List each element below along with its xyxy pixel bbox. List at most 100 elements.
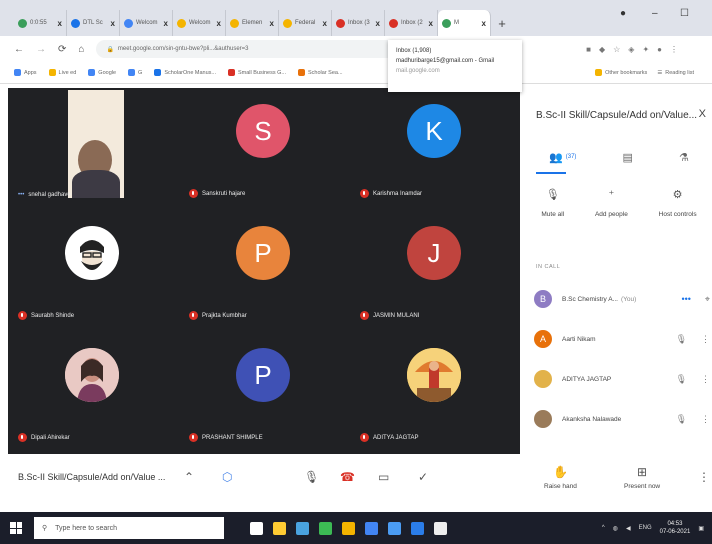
close-tab-icon[interactable]: x [111, 19, 115, 28]
new-tab-button[interactable]: + [491, 10, 513, 36]
microphone-button[interactable]: 🎙 [304, 470, 319, 484]
host-controls-icon: ⚙ [672, 189, 683, 201]
edge-icon[interactable] [319, 521, 332, 535]
tray-chevron-icon[interactable]: ^ [602, 525, 605, 531]
reload-icon[interactable]: ⟳ [58, 44, 66, 55]
back-arrow-icon[interactable]: ← [14, 44, 24, 55]
settings-icon[interactable] [411, 521, 424, 535]
camera-icon[interactable]: ■ [586, 45, 591, 54]
people-list-item[interactable]: A Aarti Nikam 🎙 ⋮ [534, 328, 710, 350]
puzzle-icon[interactable]: ✦ [642, 45, 649, 54]
store-icon[interactable] [365, 521, 378, 535]
close-tab-icon[interactable]: x [164, 19, 168, 28]
close-tab-icon[interactable]: x [429, 19, 433, 28]
add-people-button[interactable]: ⁺ Add people [595, 188, 628, 218]
more-options-icon[interactable]: ⋮ [698, 470, 710, 484]
star-icon[interactable]: ☆ [613, 45, 620, 54]
more-options-icon[interactable]: ⋮ [701, 334, 710, 345]
close-panel-button[interactable]: X [699, 108, 706, 120]
participant-tile[interactable]: P Prajkta Kumbhar [179, 212, 347, 328]
participant-tile[interactable]: Saurabh Shinde [8, 212, 176, 328]
participant-tile[interactable]: J JASMIN MULANI [350, 212, 518, 328]
taskbar-search[interactable]: ⚲ Type here to search [34, 517, 224, 539]
minimize-button[interactable]: – [652, 8, 658, 19]
avatar[interactable]: ● [657, 45, 662, 54]
close-tab-icon[interactable]: x [58, 19, 62, 28]
forward-arrow-icon[interactable]: → [36, 44, 46, 55]
raise-hand-button[interactable]: ✋ Raise hand [544, 465, 577, 490]
pin-icon[interactable]: ⌖ [705, 294, 710, 305]
language-indicator[interactable]: ENG [639, 525, 652, 531]
app-icon[interactable] [434, 521, 447, 535]
close-tab-icon[interactable]: x [217, 19, 221, 28]
participant-tile[interactable]: K Karishma Inamdar [350, 90, 518, 206]
participant-tile[interactable]: P PRASHANT SHIMPLE [179, 334, 347, 450]
browser-tab[interactable]: DTL Sc x [67, 10, 120, 36]
browser-tab[interactable]: Federal x [279, 10, 332, 36]
close-tab-icon[interactable]: x [376, 19, 380, 28]
participant-tile[interactable]: ADITYA JAGTAP [350, 334, 518, 450]
browser-tab[interactable]: Inbox (2 x [385, 10, 438, 36]
bookmark-item[interactable]: Scholar Sea... [298, 69, 343, 76]
maximize-button[interactable]: ☐ [680, 8, 689, 19]
people-list-item[interactable]: B B.Sc Chemistry A... (You) ••• ⌖ [534, 288, 710, 310]
url-field[interactable]: 🔒 meet.google.com/sin-gntu-bwe?pli...&au… [96, 40, 397, 58]
chevron-up-icon[interactable]: ⌃ [184, 470, 194, 484]
mail-icon[interactable] [388, 521, 401, 535]
browser-tab[interactable]: Elemen x [226, 10, 279, 36]
close-tab-icon[interactable]: x [323, 19, 327, 28]
browser-tab[interactable]: 0:0:55 x [14, 10, 67, 36]
host-controls-button[interactable]: ⚙ Host controls [659, 188, 697, 218]
browser-tab[interactable]: Welcom x [120, 10, 173, 36]
mic-off-icon[interactable]: 🎙 [676, 334, 687, 345]
chrome-profile-icon[interactable]: ● [620, 8, 626, 19]
cortana-icon[interactable] [250, 521, 263, 535]
checkmark-icon[interactable]: ✓ [418, 470, 428, 484]
mic-off-icon[interactable]: 🎙 [676, 414, 687, 425]
clock[interactable]: 04:53 07-06-2021 [660, 520, 691, 536]
bookmark-item[interactable]: Live ed [48, 69, 76, 76]
close-tab-icon[interactable]: x [270, 19, 274, 28]
more-options-icon[interactable]: ⋮ [701, 374, 710, 385]
menu-icon[interactable]: ⋮ [670, 45, 678, 54]
participant-tile[interactable]: ••• snehal gadhave [8, 90, 176, 206]
camera-button[interactable]: ▭ [378, 470, 389, 484]
task-view-icon[interactable] [273, 521, 286, 535]
key-icon[interactable]: ◆ [599, 45, 605, 54]
shield-icon[interactable]: ⬡ [222, 470, 232, 484]
participant-tile[interactable]: Dipali Ahirekar [8, 334, 176, 450]
mute-all-button[interactable]: 🎙 Mute all [541, 188, 564, 218]
chrome-icon[interactable] [342, 521, 355, 535]
close-tab-icon[interactable]: x [482, 19, 486, 28]
participant-tile[interactable]: S Sanskruti hajare [179, 90, 347, 206]
extension-icon[interactable]: ◈ [628, 45, 634, 54]
other-bookmarks[interactable]: Other bookmarks [595, 69, 647, 76]
bookmark-item[interactable]: ScholarOne Manus... [154, 69, 216, 76]
people-list-item[interactable]: Akanksha Nalawade 🎙 ⋮ [534, 408, 710, 430]
volume-icon[interactable]: ◀ [626, 525, 631, 532]
reading-list[interactable]: ☰ Reading list [657, 70, 694, 76]
present-now-button[interactable]: ⊞ Present now [624, 465, 660, 490]
people-list-item[interactable]: ADITYA JAGTAP 🎙 ⋮ [534, 368, 710, 390]
mic-off-icon[interactable]: 🎙 [676, 374, 687, 385]
file-explorer-icon[interactable] [296, 521, 309, 535]
participant-avatar [65, 226, 119, 280]
end-call-button[interactable]: ☎ [340, 470, 355, 484]
bookmark-item[interactable]: Google [88, 69, 116, 76]
browser-tab[interactable]: Welcom x [173, 10, 226, 36]
home-icon[interactable]: ⌂ [78, 44, 84, 55]
tab-people[interactable]: 👥 (37) [549, 151, 576, 164]
bookmark-item[interactable]: Small Business G... [228, 69, 286, 76]
network-icon[interactable]: ◍ [613, 525, 618, 532]
avatar-initial: A [539, 334, 546, 344]
notifications-icon[interactable]: ▣ [698, 525, 704, 532]
you-label: (You) [621, 295, 637, 303]
browser-tab[interactable]: Inbox (3 x [332, 10, 385, 36]
tab-chat[interactable]: ▤ [623, 151, 633, 164]
browser-tab[interactable]: Mx [438, 10, 491, 36]
windows-start-icon[interactable] [10, 522, 22, 534]
more-options-icon[interactable]: ⋮ [701, 414, 710, 425]
bookmark-item[interactable]: Apps [14, 69, 37, 76]
bookmark-item[interactable]: G [128, 69, 142, 76]
tab-activities[interactable]: ⚗ [679, 151, 689, 164]
